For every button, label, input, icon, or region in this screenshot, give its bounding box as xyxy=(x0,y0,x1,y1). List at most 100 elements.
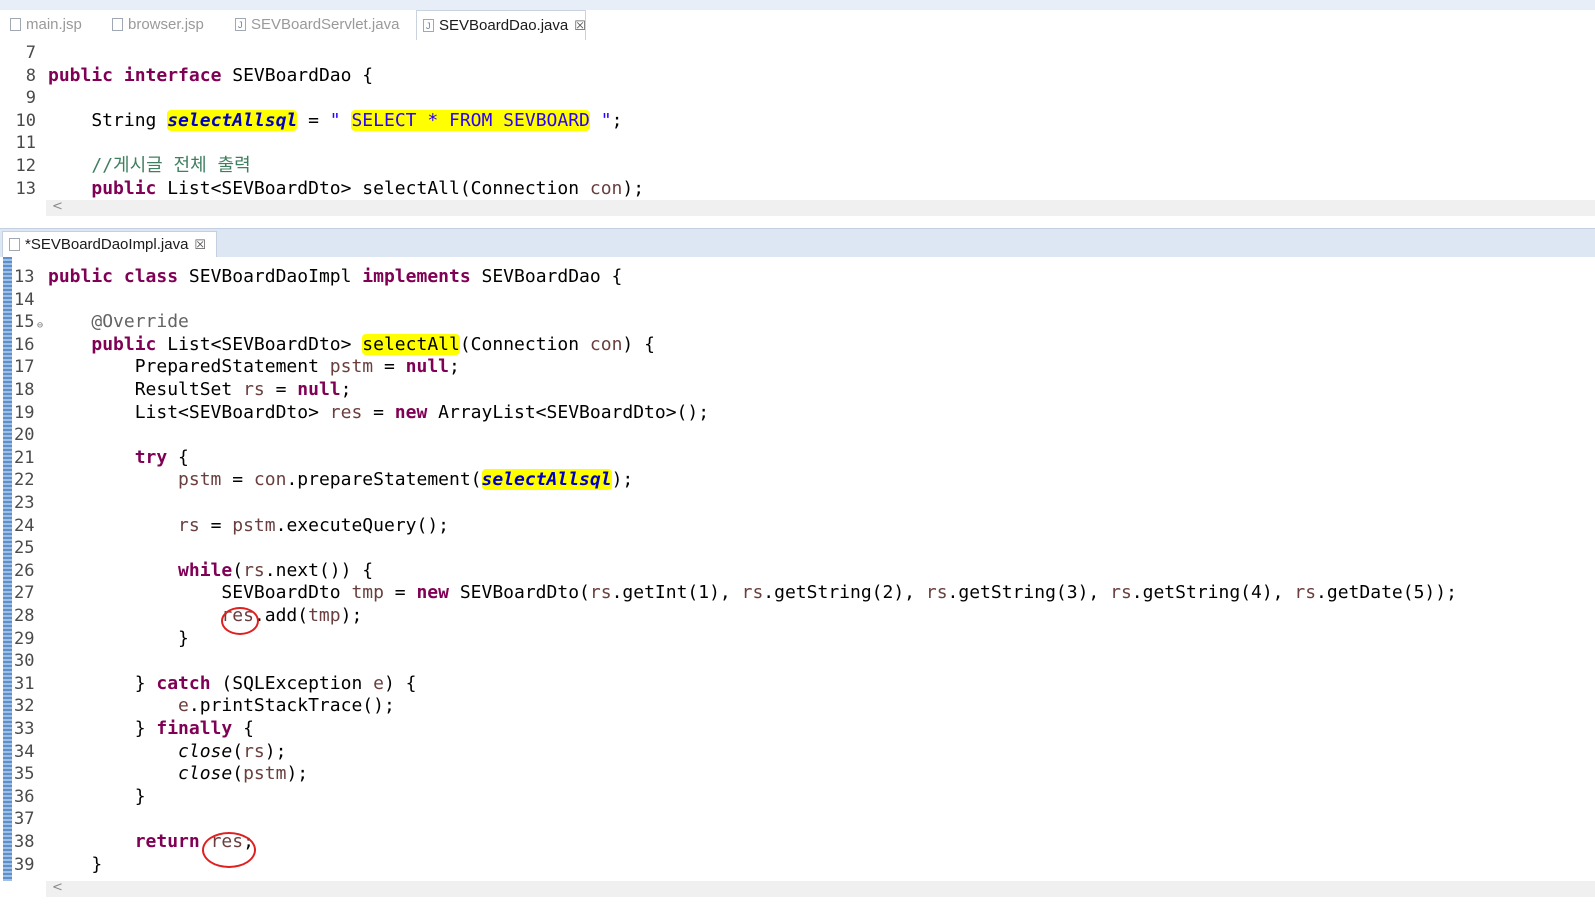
scroll-left-icon[interactable]: < xyxy=(52,880,63,895)
code-text: String selectAllsql = " SELECT * FROM SE… xyxy=(48,109,623,131)
tab-label: main.jsp xyxy=(26,16,82,33)
code-line: 19 List<SEVBoardDto> res = new ArrayList… xyxy=(0,402,1595,424)
code-line: 17 PreparedStatement pstm = null; xyxy=(0,356,1595,378)
code-line: 8 public interface SEVBoardDao { xyxy=(0,65,1595,87)
line-number: 13 xyxy=(15,178,36,199)
code-text: @Override xyxy=(91,311,189,333)
red-circle-annotation xyxy=(202,832,256,868)
code-line: 34 close(rs); xyxy=(0,741,1595,763)
line-number: 27 xyxy=(14,583,35,604)
tab-label: *SEVBoardDaoImpl.java xyxy=(25,236,189,253)
line-number: 20 xyxy=(14,425,35,446)
code-line: 37 xyxy=(0,808,1595,830)
code-line: 12 //게시글 전체 출력 xyxy=(0,155,1595,177)
line-number: 15 xyxy=(14,312,35,333)
code-line: 33 } finally { xyxy=(0,718,1595,740)
window-top-band xyxy=(0,0,1595,10)
code-line: 11 xyxy=(0,132,1595,154)
tab-sevboardservlet-java[interactable]: SEVBoardServlet.java xyxy=(229,10,415,40)
bottom-editor-tabbar: *SEVBoardDaoImpl.java ☒ xyxy=(0,228,1595,257)
code-text: public List<SEVBoardDto> selectAll(Conne… xyxy=(91,177,645,199)
code-text: List<SEVBoardDto> res = new ArrayList<SE… xyxy=(48,401,710,423)
code-line: 13 public List<SEVBoardDto> selectAll(Co… xyxy=(0,178,1595,200)
java-file-icon xyxy=(423,11,434,41)
line-number: 37 xyxy=(14,809,35,830)
line-number: 19 xyxy=(14,402,35,423)
code-text: //게시글 전체 출력 xyxy=(91,155,251,176)
jsp-file-icon xyxy=(112,18,123,31)
line-number: 11 xyxy=(15,133,36,154)
code-text: } xyxy=(48,627,189,649)
line-number: 18 xyxy=(14,380,35,400)
tab-main-jsp[interactable]: main.jsp xyxy=(4,10,104,40)
code-line: 10 String selectAllsql = " SELECT * FROM… xyxy=(0,109,1595,132)
code-text: public List<SEVBoardDto> selectAll(Conne… xyxy=(91,333,655,355)
line-number: 25 xyxy=(14,538,35,559)
line-number: 24 xyxy=(14,515,35,536)
top-horizontal-scrollbar[interactable]: < xyxy=(46,199,1595,216)
line-number: 39 xyxy=(14,854,35,875)
top-editor-tabbar: main.jsp browser.jsp SEVBoardServlet.jav… xyxy=(0,10,1595,41)
scroll-left-icon[interactable]: < xyxy=(52,199,63,214)
jsp-file-icon xyxy=(10,18,21,31)
line-number: 32 xyxy=(14,696,35,717)
line-number: 16 xyxy=(14,334,35,355)
code-line: 25 xyxy=(0,537,1595,559)
code-text: } xyxy=(48,853,103,875)
line-number: 26 xyxy=(14,560,35,581)
code-line: 30 xyxy=(0,650,1595,672)
code-text: close(rs); xyxy=(178,740,287,762)
code-line: 27 SEVBoardDto tmp = new SEVBoardDto(rs.… xyxy=(0,582,1595,604)
line-number: 13 xyxy=(14,267,35,287)
code-text: } catch (SQLException e) { xyxy=(48,672,417,694)
code-line: 20 xyxy=(0,424,1595,446)
bottom-code-editor[interactable]: 13 public class SEVBoardDaoImpl implement… xyxy=(0,257,1595,881)
code-text: rs = pstm.executeQuery(); xyxy=(178,514,449,536)
line-number: 34 xyxy=(14,741,35,762)
line-number: 21 xyxy=(14,447,35,468)
line-number: 22 xyxy=(14,470,35,491)
red-circle-annotation xyxy=(221,607,259,635)
code-text: SEVBoardDto tmp = new SEVBoardDto(rs.get… xyxy=(48,582,1457,604)
code-text: public interface SEVBoardDao { xyxy=(48,64,374,86)
code-line: 7 xyxy=(0,42,1595,64)
line-number: 28 xyxy=(14,606,35,626)
code-text: try { xyxy=(134,446,189,468)
code-text: public class SEVBoardDaoImpl implements … xyxy=(48,266,623,287)
code-line: 13 public class SEVBoardDaoImpl implement… xyxy=(0,266,1595,288)
tab-sevboarddaoimpl-java[interactable]: *SEVBoardDaoImpl.java ☒ xyxy=(2,231,218,257)
line-number: 8 xyxy=(25,65,36,86)
code-text: } xyxy=(48,785,146,807)
close-tab-icon[interactable]: ☒ xyxy=(194,237,206,252)
top-code-editor[interactable]: 7 8 public interface SEVBoardDao { 9 10 Stri… xyxy=(0,40,1595,200)
code-text: pstm = con.prepareStatement(selectAllsql… xyxy=(178,469,634,491)
code-line: 14 xyxy=(0,289,1595,311)
tab-browser-jsp[interactable]: browser.jsp xyxy=(106,10,228,40)
line-number: 14 xyxy=(14,289,35,310)
line-number: 10 xyxy=(15,110,36,131)
close-tab-icon[interactable]: ☒ xyxy=(574,18,586,33)
line-number: 7 xyxy=(25,43,36,63)
editor-separator xyxy=(0,218,1595,228)
code-line: 35 close(pstm); xyxy=(0,763,1595,785)
tab-sevboarddao-java[interactable]: SEVBoardDao.java ☒ xyxy=(416,10,586,41)
code-line: 32 e.printStackTrace(); xyxy=(0,695,1595,717)
line-number: 9 xyxy=(25,88,36,109)
code-line: 15 ⊖ @Override xyxy=(0,311,1595,333)
bottom-horizontal-scrollbar[interactable]: < xyxy=(46,880,1595,897)
line-number: 33 xyxy=(14,719,35,739)
code-text: res.add(tmp); xyxy=(221,605,363,626)
code-line: 36 } xyxy=(0,786,1595,808)
line-number: 38 xyxy=(14,832,35,852)
line-number: 29 xyxy=(14,628,35,649)
code-line: 16 public List<SEVBoardDto> selectAll(Co… xyxy=(0,333,1595,356)
java-file-icon xyxy=(9,238,20,251)
code-line: 21 try { xyxy=(0,447,1595,469)
code-line: 18 ResultSet rs = null; xyxy=(0,379,1595,401)
code-line: 9 xyxy=(0,87,1595,109)
java-file-icon xyxy=(235,10,246,40)
code-text: ResultSet rs = null; xyxy=(48,379,352,400)
code-line: 23 xyxy=(0,492,1595,514)
code-text: e.printStackTrace(); xyxy=(178,695,395,717)
line-number: 12 xyxy=(15,156,36,176)
